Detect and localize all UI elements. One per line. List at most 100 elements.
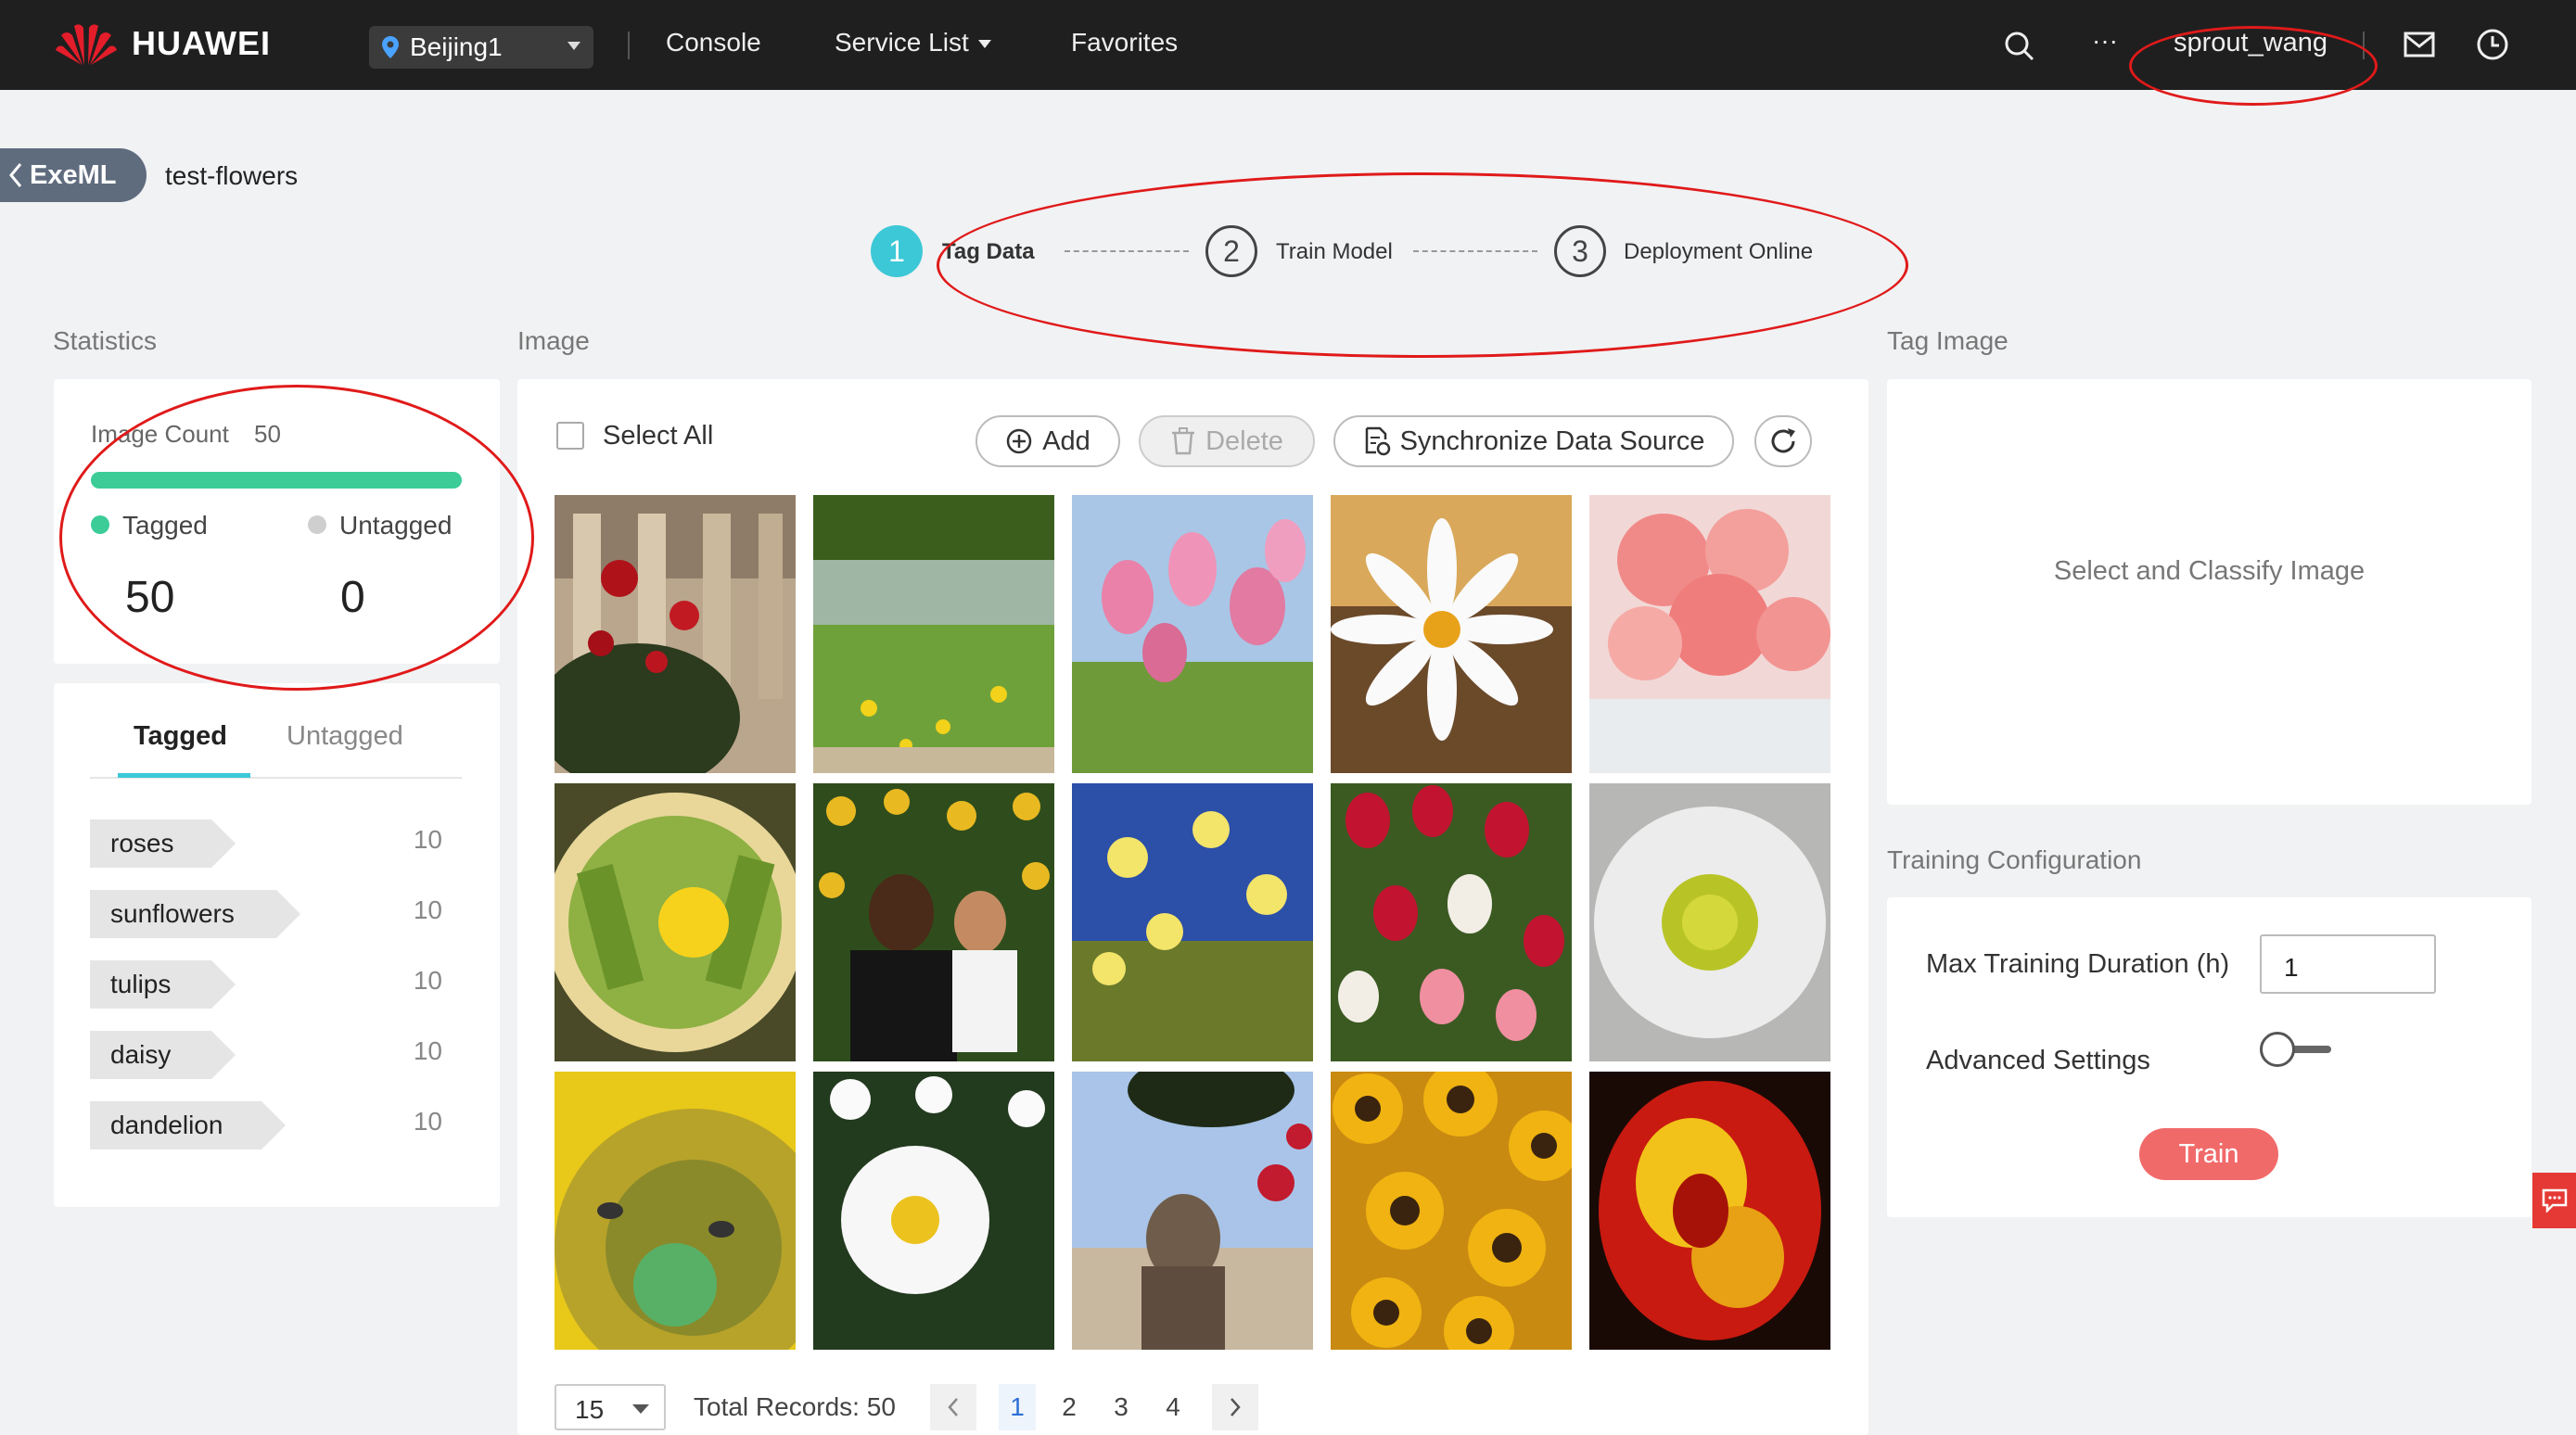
more-menu-icon[interactable]: ··· <box>2092 26 2118 56</box>
page-size-value: 15 <box>575 1395 605 1424</box>
delete-label: Delete <box>1205 425 1283 456</box>
label-item[interactable]: daisy 10 <box>90 1031 461 1079</box>
tab-tagged[interactable]: Tagged <box>134 721 227 752</box>
image-thumbnail[interactable] <box>1331 783 1572 1061</box>
max-duration-label: Max Training Duration (h) <box>1926 949 2230 979</box>
step-1-indicator: 1 <box>871 225 923 277</box>
annotation-ellipse-statistics <box>59 385 534 691</box>
sunflower-bees-photo <box>555 1072 796 1350</box>
label-name: dandelion <box>90 1101 286 1149</box>
image-thumbnail[interactable] <box>1331 1072 1572 1350</box>
active-tab-indicator <box>118 773 250 778</box>
label-count: 10 <box>413 1036 442 1065</box>
statistics-title: Statistics <box>53 326 158 355</box>
dandelion-plate-photo <box>555 783 796 1061</box>
chevron-down-icon <box>567 42 580 50</box>
sunflowers-bunch-photo <box>1331 1072 1572 1350</box>
huawei-logo[interactable]: HUAWEI <box>54 20 271 67</box>
image-thumbnail[interactable] <box>1589 783 1830 1061</box>
select-all-label[interactable]: Select All <box>603 421 713 451</box>
page-3-button[interactable]: 3 <box>1103 1384 1140 1430</box>
image-thumbnail[interactable] <box>1072 495 1313 773</box>
project-name: test-flowers <box>165 161 299 190</box>
white-daisies-photo <box>813 1072 1054 1350</box>
max-duration-input[interactable]: 1 <box>2260 934 2436 994</box>
select-all-checkbox[interactable] <box>556 422 584 450</box>
training-config-title: Training Configuration <box>1887 845 2142 874</box>
image-section-title: Image <box>517 326 590 355</box>
chat-icon <box>2542 1188 2567 1213</box>
image-thumbnail[interactable] <box>1331 495 1572 773</box>
plus-circle-icon <box>1006 428 1032 454</box>
label-item[interactable]: dandelion 10 <box>90 1101 461 1149</box>
tag-image-placeholder: Select and Classify Image <box>2053 556 2366 586</box>
label-name: roses <box>90 819 236 868</box>
sync-document-icon <box>1365 426 1390 456</box>
label-item[interactable]: tulips 10 <box>90 960 461 1009</box>
image-thumbnail[interactable] <box>555 1072 796 1350</box>
label-name: tulips <box>90 960 236 1009</box>
huawei-flower-icon <box>56 24 117 65</box>
search-icon[interactable] <box>2003 30 2036 63</box>
image-thumbnail[interactable] <box>1072 1072 1313 1350</box>
label-item[interactable]: sunflowers 10 <box>90 890 461 938</box>
image-thumbnail[interactable] <box>813 495 1054 773</box>
image-thumbnail[interactable] <box>1589 495 1830 773</box>
annotation-ellipse-username <box>2129 26 2378 106</box>
toggle-knob <box>2260 1032 2295 1067</box>
chevron-right-icon <box>1231 1398 1241 1416</box>
sunflower-field-people-photo <box>813 783 1054 1061</box>
sync-label: Synchronize Data Source <box>1399 425 1705 456</box>
image-thumbnail[interactable] <box>555 783 796 1061</box>
label-count: 10 <box>413 895 442 924</box>
region-label: Beijing1 <box>410 32 503 61</box>
page-4-button[interactable]: 4 <box>1154 1384 1192 1430</box>
chevron-down-icon <box>977 40 991 49</box>
image-thumbnail[interactable] <box>555 495 796 773</box>
label-item[interactable]: roses 10 <box>90 819 461 868</box>
back-to-exeml-button[interactable]: ExeML <box>0 148 147 202</box>
nav-favorites[interactable]: Favorites <box>1071 28 1178 57</box>
next-page-button[interactable] <box>1212 1384 1258 1430</box>
label-name: daisy <box>90 1031 236 1079</box>
image-thumbnail[interactable] <box>1072 783 1313 1061</box>
nav-service-list[interactable]: Service List <box>835 28 991 57</box>
tag-image-title: Tag Image <box>1887 326 2009 355</box>
pink-roses-photo <box>1589 495 1830 773</box>
delete-button[interactable]: Delete <box>1139 415 1315 467</box>
label-count: 10 <box>413 825 442 854</box>
daisy-closeup-photo <box>1589 783 1830 1061</box>
image-thumbnail[interactable] <box>813 783 1054 1061</box>
chevron-left-icon <box>948 1398 958 1416</box>
synchronize-data-source-button[interactable]: Synchronize Data Source <box>1333 415 1734 467</box>
annotation-ellipse-steps <box>937 172 1908 358</box>
label-count: 10 <box>413 966 442 995</box>
refresh-icon <box>1771 428 1795 453</box>
red-tulips-photo <box>1331 783 1572 1061</box>
nav-console[interactable]: Console <box>666 28 761 57</box>
refresh-button[interactable] <box>1754 415 1812 467</box>
clock-icon[interactable] <box>2476 28 2509 61</box>
feedback-button[interactable] <box>2532 1173 2576 1228</box>
label-name: sunflowers <box>90 890 300 938</box>
image-thumbnail[interactable] <box>1589 1072 1830 1350</box>
page-2-button[interactable]: 2 <box>1051 1384 1088 1430</box>
region-selector[interactable]: Beijing1 <box>369 26 593 69</box>
total-records: Total Records: 50 <box>694 1392 896 1421</box>
trash-icon <box>1172 427 1195 455</box>
page-size-select[interactable]: 15 <box>555 1384 666 1430</box>
rose-photo <box>555 495 796 773</box>
location-pin-icon <box>382 36 399 58</box>
mail-icon[interactable] <box>2404 32 2435 57</box>
dandelion-pond-photo <box>813 495 1054 773</box>
brand-name: HUAWEI <box>132 24 271 62</box>
tab-untagged[interactable]: Untagged <box>287 721 403 752</box>
pink-tulips-photo <box>1072 495 1313 773</box>
prev-page-button[interactable] <box>930 1384 976 1430</box>
page-1-button[interactable]: 1 <box>999 1384 1036 1430</box>
yellow-daisies-sky-photo <box>1072 783 1313 1061</box>
train-button[interactable]: Train <box>2139 1128 2278 1180</box>
image-thumbnail[interactable] <box>813 1072 1054 1350</box>
add-button[interactable]: Add <box>976 415 1120 467</box>
tag-image-card <box>1887 379 2531 805</box>
